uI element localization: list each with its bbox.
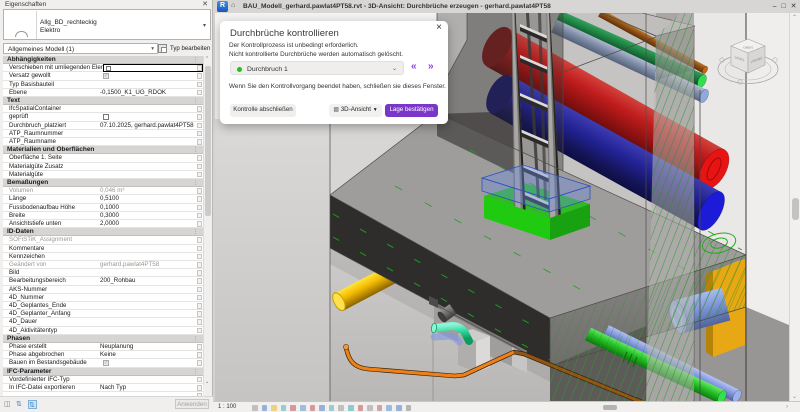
svg-text:OBEN: OBEN [743, 46, 754, 50]
